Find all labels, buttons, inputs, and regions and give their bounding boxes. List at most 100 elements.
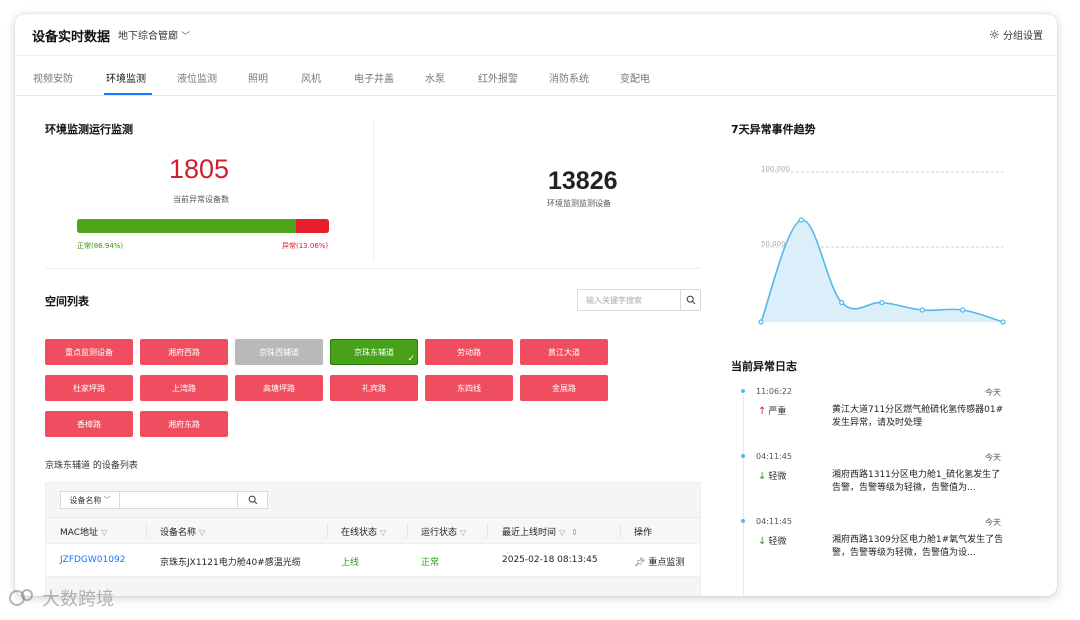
log-level-label: 严重 [768,407,787,417]
column-header[interactable]: 运行状态 ▽ [421,525,466,538]
column-header[interactable]: 在线状态 ▽ [341,525,386,538]
column-separator [620,524,621,538]
site-select-label: 地下综合管廊 [118,31,178,42]
log-level: ↑ 严重 [758,404,786,417]
space-chip[interactable]: 东四线 [425,375,513,401]
column-separator [407,524,408,538]
tab-liquid-level[interactable]: 液位监测 [177,70,217,85]
filter-icon[interactable]: ▽ [460,528,466,537]
group-settings-button[interactable]: 分组设置 [989,27,1043,42]
timeline-dot [741,454,745,458]
space-chip[interactable]: 京珠西辅道 [235,339,323,365]
search-icon [686,295,695,305]
column-header-label: 设备名称 [160,528,197,538]
trend-area [761,219,1003,322]
data-point[interactable] [798,217,804,223]
env-section-title: 环境监测运行监测 [45,123,133,136]
log-message[interactable]: 黄江大道711分区燃气舱硫化氢传感器01#发生异常，请及时处理 [832,404,1008,430]
field-select-label: 设备名称 [69,495,102,505]
normal-segment [77,219,297,233]
group-settings-label: 分组设置 [1003,31,1043,42]
timeline-dot [741,519,745,523]
logo-icon [9,589,33,606]
column-header-label: 运行状态 [421,528,458,538]
timeline-dot [741,389,745,393]
trend-chart: 02/1302/1402/1502/1602/1702/1802/19 100,… [758,165,1006,325]
abnormal-count: 1805 [169,154,230,184]
data-point[interactable] [839,299,845,306]
site-select[interactable]: 地下综合管廊 ﹀ [118,27,190,42]
normal-percent: 正常(86.94%) [77,242,124,250]
column-separator [327,524,328,538]
log-message[interactable]: 湘府西路1309分区电力舱1#氧气发生了告警，告警等级为轻微，告警值为设... [832,534,1008,560]
space-chip[interactable]: 礼宾路 [330,375,418,401]
column-header[interactable]: 最近上线时间 ▽ ⇕ [502,525,578,538]
column-header-label: 最近上线时间 [502,528,557,538]
abnormal-label: 当前异常设备数 [173,195,229,204]
log-time: 04:11:45 [756,452,792,461]
abnormal-segment [296,219,329,233]
space-search-button[interactable] [680,290,700,310]
space-chip[interactable]: 劳动路 [425,339,513,365]
watermark: 大数跨境 [8,585,114,611]
log-time: 04:11:45 [756,517,792,526]
tab-manhole[interactable]: 电子井盖 [354,70,394,85]
log-day: 今天 [985,453,1001,462]
space-chip[interactable]: 高塘坪路 [235,375,323,401]
field-select[interactable]: 设备名称 ﹀ [60,491,120,509]
tab-fire[interactable]: 消防系统 [549,70,589,85]
data-point[interactable] [758,319,764,325]
log-day: 今天 [985,388,1001,397]
chevron-down-icon: ﹀ [103,496,111,504]
filter-icon[interactable]: ▽ [199,528,205,537]
data-point[interactable] [879,299,885,306]
table-search-input[interactable] [120,492,238,508]
data-point[interactable] [1000,319,1006,325]
tab-pump[interactable]: 水泵 [425,70,445,85]
space-chip[interactable]: 黄江大道 [520,339,608,365]
divider [45,268,701,269]
timeline-line [743,395,744,595]
space-list-title: 空间列表 [45,295,89,308]
sort-icon[interactable]: ⇕ [571,528,578,537]
space-chip[interactable]: 上湾路 [140,375,228,401]
space-chip[interactable]: 杜家坪路 [45,375,133,401]
key-monitor-label: 重点监测 [648,558,685,568]
data-point[interactable] [960,307,966,313]
space-chip[interactable]: 湘府西路 [140,339,228,365]
arrow-up-icon: ↑ [758,406,767,417]
watermark-text: 大数跨境 [42,589,114,610]
data-point[interactable] [919,307,925,313]
y-tick-label: 50,000 [761,240,786,248]
tab-bar: 视频安防 环境监测 液位监测 照明 风机 电子井盖 水泵 红外报警 消防系统 变… [15,56,1057,96]
tab-environment[interactable]: 环境监测 [106,70,146,85]
space-search-input[interactable] [578,290,680,310]
space-chip[interactable]: 金展路 [520,375,608,401]
tab-infrared[interactable]: 红外报警 [478,70,518,85]
abnormal-percent: 异常(13.06%) [282,242,329,250]
y-axis-ticks: 100,000 50,000 [761,165,790,248]
space-chip[interactable]: 湘府东路 [140,411,228,437]
column-header[interactable]: 设备名称 ▽ [160,525,205,538]
filter-icon[interactable]: ▽ [380,528,386,537]
run-status: 正常 [421,558,440,568]
tab-video-security[interactable]: 视频安防 [33,70,73,85]
device-list-title: 京珠东辅道 的设备列表 [45,461,138,471]
space-chip[interactable]: 重点监测设备 [45,339,133,365]
log-message[interactable]: 湘府西路1311分区电力舱1_硫化氢发生了告警，告警等级为轻微，告警值为... [832,469,1008,495]
key-monitor-action[interactable]: 📌︎ 重点监测 [634,555,684,568]
tab-fan[interactable]: 风机 [301,70,321,85]
filter-icon[interactable]: ▽ [559,528,565,537]
mac-address-link[interactable]: JZFDGW01092 [60,555,125,565]
tab-lighting[interactable]: 照明 [248,70,268,85]
table-search [120,491,268,509]
space-chip[interactable]: 香樟路 [45,411,133,437]
device-name: 京珠东JX1121电力舱40#感温光缆 [160,558,301,568]
table-search-button[interactable] [237,492,267,508]
column-header-label: 在线状态 [341,528,378,538]
space-chip-selected[interactable]: 京珠东辅道 ✓ [330,339,418,365]
log-day: 今天 [985,518,1001,527]
filter-icon[interactable]: ▽ [101,528,107,537]
column-header[interactable]: MAC地址 ▽ [60,525,107,538]
tab-power[interactable]: 变配电 [620,70,650,85]
